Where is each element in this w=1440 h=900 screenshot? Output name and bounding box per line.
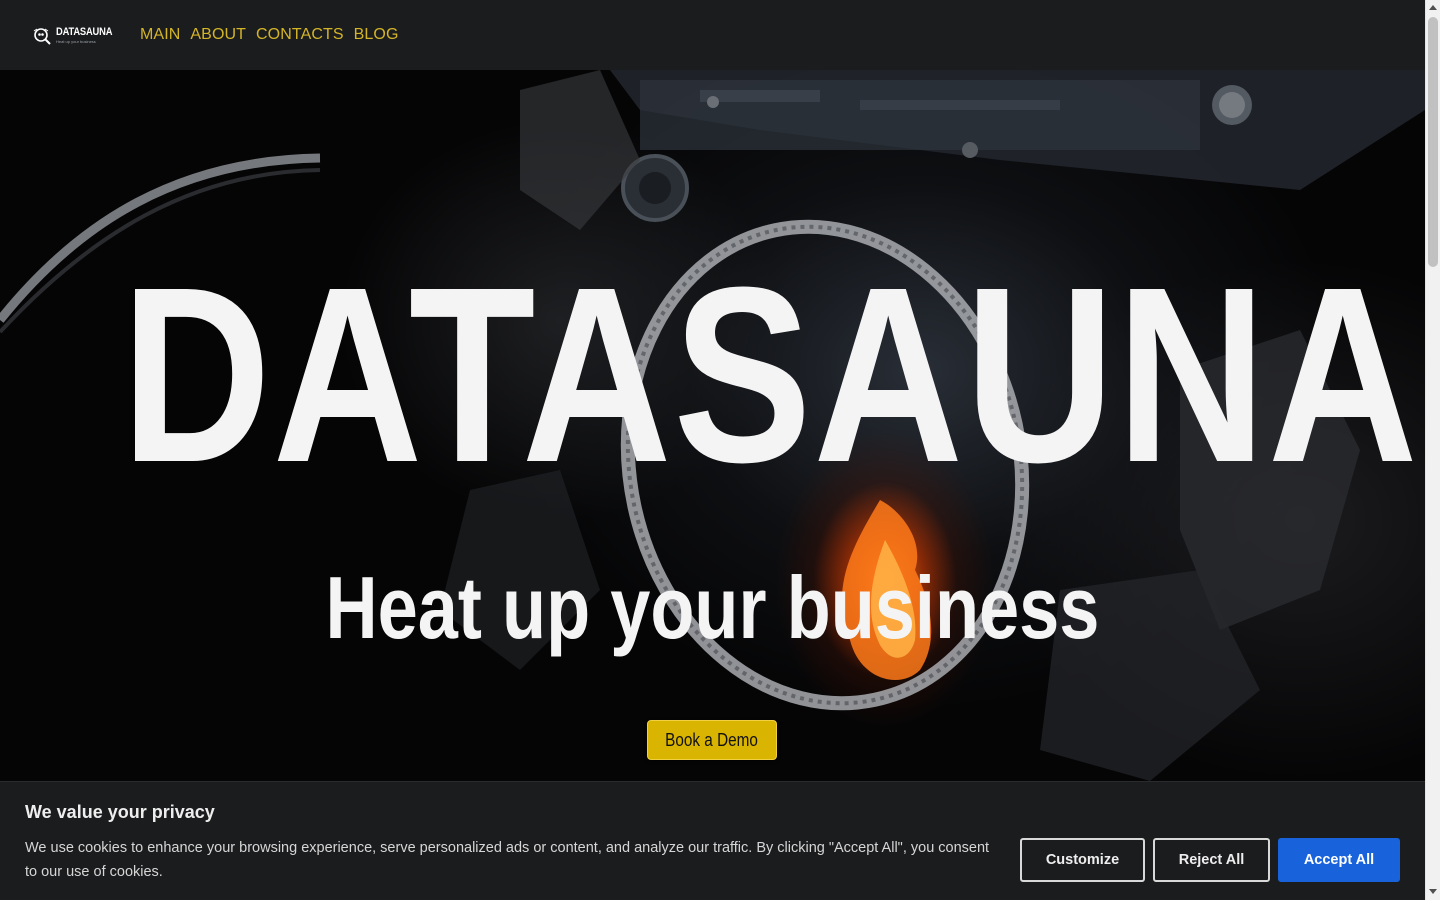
cookie-banner-title: We value your privacy xyxy=(25,802,215,822)
nav-link-main[interactable]: MAIN xyxy=(140,26,180,44)
nav-link-about[interactable]: ABOUT xyxy=(190,26,246,44)
nav-link-contacts[interactable]: CONTACTS xyxy=(256,26,344,44)
cookie-banner-text: We use cookies to enhance your browsing … xyxy=(25,840,990,880)
scroll-up-arrow-icon[interactable] xyxy=(1429,5,1437,10)
cookie-consent-banner: We value your privacy We use cookies to … xyxy=(0,781,1425,900)
scroll-down-arrow-icon[interactable] xyxy=(1429,889,1437,894)
top-navbar: DATASAUNA Heat up your business MAIN ABO… xyxy=(0,0,1425,70)
book-demo-button[interactable]: Book a Demo xyxy=(647,720,777,760)
logo-name: DATASAUNA xyxy=(56,25,113,38)
main-nav: MAIN ABOUT CONTACTS BLOG xyxy=(140,26,399,44)
hero-subtitle: Heat up your business xyxy=(325,558,1100,657)
sauna-logo-icon xyxy=(33,28,51,45)
nav-link-blog[interactable]: BLOG xyxy=(354,26,399,44)
book-demo-label: Book a Demo xyxy=(665,729,759,750)
customize-button[interactable]: Customize xyxy=(1020,838,1145,882)
reject-all-button[interactable]: Reject All xyxy=(1153,838,1270,882)
logo-text: DATASAUNA Heat up your business xyxy=(56,25,122,44)
logo-tagline: Heat up your business xyxy=(56,38,96,44)
accept-all-button[interactable]: Accept All xyxy=(1278,838,1400,882)
page-scrollbar[interactable] xyxy=(1425,0,1440,900)
site-logo[interactable]: DATASAUNA Heat up your business xyxy=(32,25,140,45)
hero-title: DATASAUNA xyxy=(121,235,1420,514)
scroll-thumb[interactable] xyxy=(1428,17,1438,267)
hero-section: DATASAUNA Heat up your business Book a D… xyxy=(0,70,1425,781)
